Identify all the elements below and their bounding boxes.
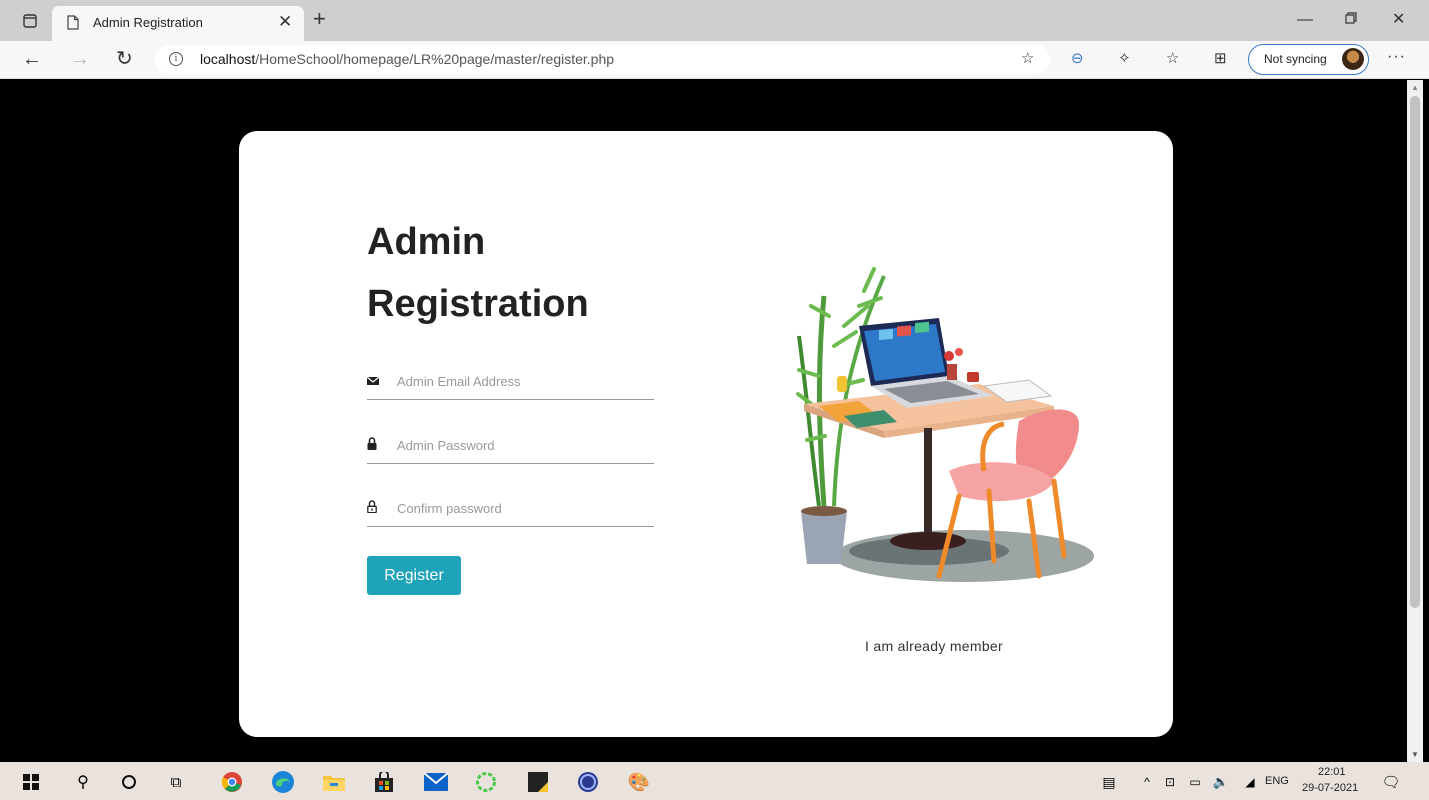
- email-field: [366, 366, 654, 400]
- browser-tab-strip: Admin Registration ✕ + — ✕: [0, 0, 1429, 41]
- unlock-icon: [367, 500, 377, 518]
- site-info-icon[interactable]: i: [169, 52, 183, 66]
- windows-taskbar: ⚲ ⧉ 🎨 ▤ ^ ⊡ ▭ 🔈 ◢ ENG 22:01 29-07-2021 🗨: [0, 762, 1429, 800]
- more-options-icon[interactable]: ···: [1387, 48, 1406, 66]
- refresh-icon[interactable]: ↻: [116, 47, 133, 71]
- page-title: Admin Registration: [367, 211, 589, 335]
- mail-icon[interactable]: [424, 771, 448, 793]
- tab-title: Admin Registration: [93, 15, 203, 30]
- password-input[interactable]: [397, 434, 647, 456]
- avatar: [1342, 48, 1364, 70]
- tab-actions-icon[interactable]: [21, 12, 39, 30]
- favorites-icon[interactable]: ☆: [1166, 50, 1179, 68]
- url-text: localhost/HomeSchool/homepage/LR%20page/…: [200, 51, 615, 67]
- close-tab-icon[interactable]: ✕: [278, 13, 292, 31]
- task-view-icon[interactable]: ⧉: [165, 771, 187, 793]
- browser-tab[interactable]: Admin Registration ✕: [52, 6, 304, 41]
- page-scrollbar[interactable]: ▲ ▼: [1407, 80, 1423, 762]
- volume-icon[interactable]: 🔈: [1212, 771, 1230, 793]
- confirm-password-input[interactable]: [397, 497, 647, 519]
- forward-icon[interactable]: →: [70, 47, 90, 71]
- address-bar[interactable]: i localhost/HomeSchool/homepage/LR%20pag…: [155, 45, 1050, 74]
- title-line-2: Registration: [367, 283, 589, 325]
- envelope-icon: [366, 373, 380, 391]
- lock-icon: [367, 437, 377, 455]
- extensions-icon[interactable]: ✧: [1118, 50, 1131, 68]
- register-button[interactable]: Register: [367, 556, 461, 595]
- back-icon[interactable]: ←: [22, 47, 42, 71]
- clock-time[interactable]: 22:01: [1318, 766, 1346, 778]
- scroll-up-icon[interactable]: ▲: [1411, 83, 1419, 92]
- minimize-icon[interactable]: —: [1297, 10, 1313, 30]
- search-icon[interactable]: ⚲: [72, 771, 94, 793]
- confirm-password-field: [367, 493, 654, 527]
- close-window-icon[interactable]: ✕: [1392, 10, 1405, 30]
- browser-toolbar: ← → ↻ i localhost/HomeSchool/homepage/LR…: [0, 41, 1429, 79]
- profile-sync-button[interactable]: Not syncing: [1248, 44, 1369, 75]
- scroll-thumb[interactable]: [1410, 96, 1420, 608]
- wifi-icon[interactable]: ◢: [1242, 771, 1258, 793]
- sticky-notes-icon[interactable]: [526, 771, 550, 793]
- desk-illustration: [796, 267, 1094, 582]
- cortana-icon[interactable]: [118, 771, 140, 793]
- password-field: [367, 430, 654, 464]
- windows-start-icon[interactable]: [20, 771, 42, 793]
- battery-icon[interactable]: ▭: [1186, 771, 1204, 793]
- title-line-1: Admin: [367, 221, 486, 263]
- show-hidden-icons-icon[interactable]: ^: [1140, 771, 1154, 793]
- restore-icon[interactable]: [1345, 10, 1357, 30]
- language-indicator[interactable]: ENG: [1265, 775, 1289, 787]
- paint-icon[interactable]: 🎨: [626, 771, 652, 793]
- page-icon: [67, 15, 79, 35]
- add-favorite-icon[interactable]: ☆: [1021, 50, 1034, 68]
- scroll-down-icon[interactable]: ▼: [1411, 750, 1419, 759]
- media-app-icon[interactable]: [576, 771, 600, 793]
- notifications-icon[interactable]: 🗨: [1381, 771, 1401, 793]
- immersive-reader-icon[interactable]: ⊖: [1071, 50, 1084, 68]
- store-icon[interactable]: [372, 771, 396, 793]
- registration-card: Admin Registration Register: [239, 131, 1173, 737]
- email-input[interactable]: [397, 370, 647, 392]
- already-member-link[interactable]: I am already member: [865, 638, 1003, 654]
- app-ring-icon[interactable]: [474, 771, 498, 793]
- sync-label: Not syncing: [1264, 52, 1327, 66]
- page-viewport: Admin Registration Register: [5, 80, 1407, 762]
- collections-icon[interactable]: ⊞: [1214, 50, 1227, 68]
- news-icon[interactable]: ▤: [1098, 771, 1120, 793]
- new-tab-icon[interactable]: +: [313, 8, 326, 30]
- clock-date[interactable]: 29-07-2021: [1302, 782, 1358, 794]
- chrome-icon[interactable]: [220, 771, 244, 793]
- usb-icon[interactable]: ⊡: [1163, 771, 1177, 793]
- edge-icon[interactable]: [270, 771, 296, 793]
- file-explorer-icon[interactable]: [322, 771, 346, 793]
